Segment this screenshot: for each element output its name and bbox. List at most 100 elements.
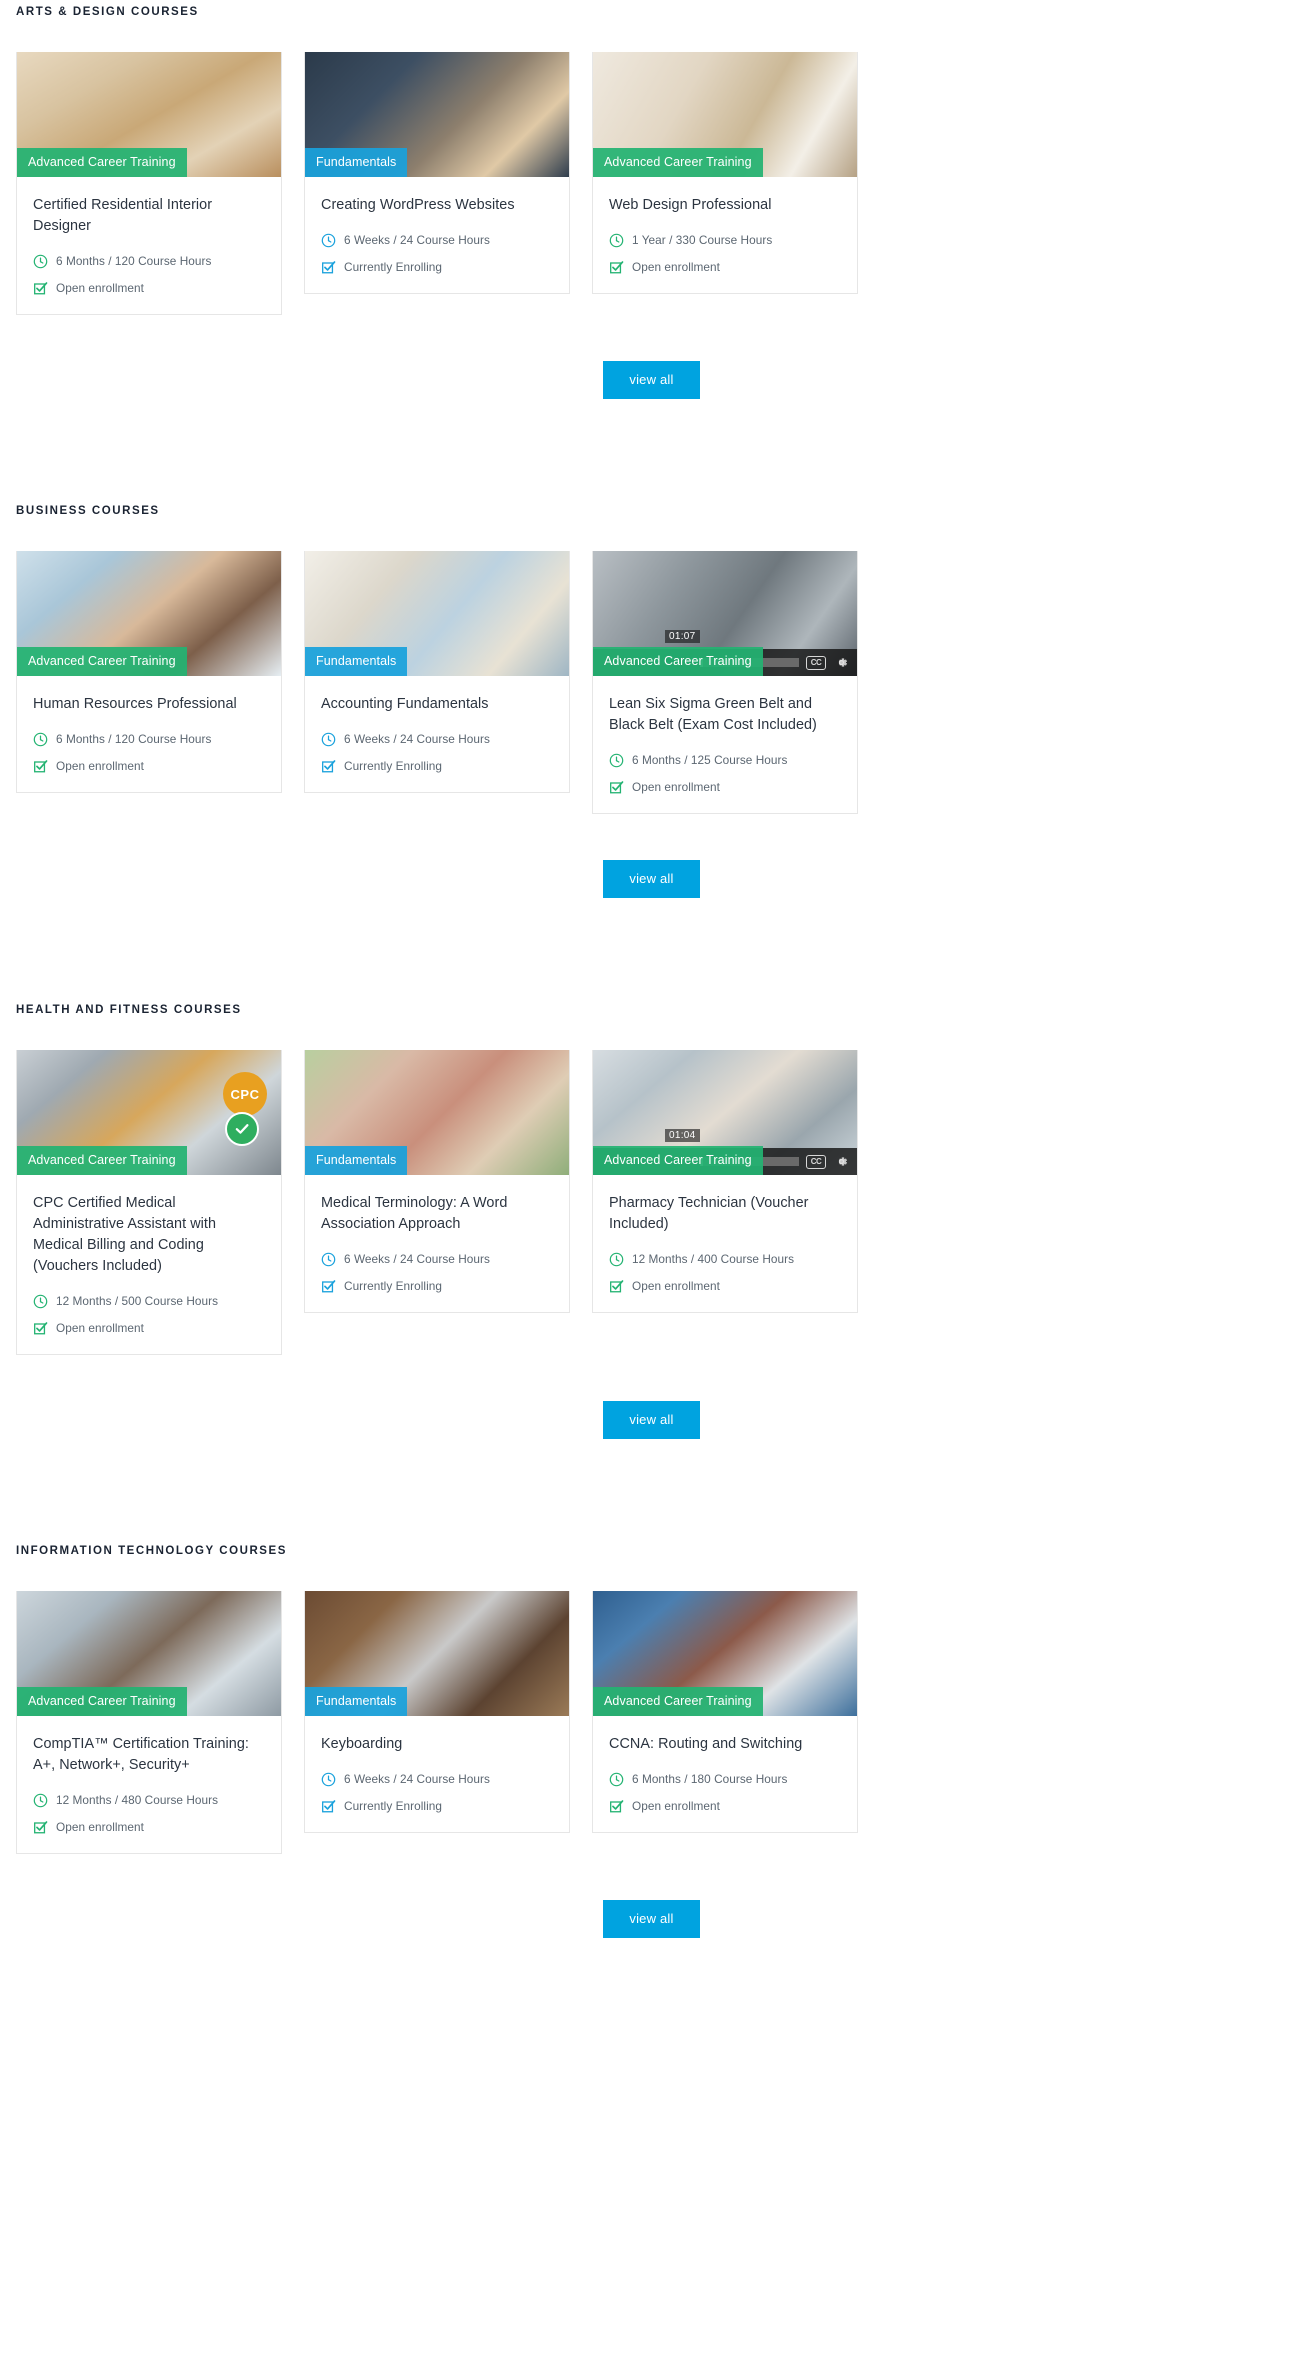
- course-duration-row: 6 Weeks / 24 Course Hours: [321, 232, 553, 248]
- course-thumbnail[interactable]: Advanced Career Training: [593, 52, 857, 177]
- course-card-body: Creating WordPress Websites 6 Weeks / 24 …: [305, 177, 569, 293]
- course-card-body: Web Design Professional 1 Year / 330 Cour…: [593, 177, 857, 293]
- course-card[interactable]: Fundamentals Creating WordPress Websites 6…: [304, 52, 570, 294]
- course-thumbnail[interactable]: Advanced Career Training: [593, 1591, 857, 1716]
- course-section-business: BUSINESS COURSES Advanced Career Training…: [16, 499, 1287, 898]
- course-enrollment-text: Open enrollment: [632, 780, 720, 794]
- checkbox-checked-icon: [322, 260, 336, 273]
- course-card[interactable]: Advanced Career Training Web Design Profe…: [592, 52, 858, 294]
- course-thumbnail[interactable]: Fundamentals: [305, 1050, 569, 1175]
- section-title: HEALTH AND FITNESS COURSES: [16, 1004, 242, 1016]
- course-card[interactable]: 01:07 CC Advanced Career Training Lean Six …: [592, 551, 858, 814]
- course-card-body: Lean Six Sigma Green Belt and Black Belt…: [593, 676, 857, 813]
- course-thumbnail[interactable]: 01:07 CC Advanced Career Training: [593, 551, 857, 676]
- course-duration-row: 12 Months / 400 Course Hours: [609, 1251, 841, 1267]
- course-duration-row: 12 Months / 500 Course Hours: [33, 1293, 265, 1309]
- course-enrollment-text: Currently Enrolling: [344, 1799, 442, 1813]
- course-card[interactable]: Advanced Career Training Certified Reside…: [16, 52, 282, 315]
- view-all-button[interactable]: view all: [603, 860, 700, 898]
- course-duration-text: 6 Months / 120 Course Hours: [56, 732, 212, 746]
- course-title[interactable]: Creating WordPress Websites: [321, 195, 553, 216]
- course-card[interactable]: CPC Advanced Career Training CPC Certified…: [16, 1050, 282, 1355]
- view-all-button[interactable]: view all: [603, 1900, 700, 1938]
- course-thumbnail[interactable]: Advanced Career Training: [17, 1591, 281, 1716]
- course-catalog-page: ARTS & DESIGN COURSES Advanced Career Tra…: [0, 0, 1303, 1938]
- course-enrollment-row: Currently Enrolling: [321, 758, 553, 774]
- course-title[interactable]: Pharmacy Technician (Voucher Included): [609, 1193, 841, 1235]
- course-title[interactable]: Web Design Professional: [609, 195, 841, 216]
- course-category-badge: Advanced Career Training: [17, 148, 187, 177]
- course-category-badge: Advanced Career Training: [17, 647, 187, 676]
- course-category-badge: Fundamentals: [305, 1146, 408, 1175]
- course-card[interactable]: Advanced Career Training Human Resources …: [16, 551, 282, 793]
- course-enrollment-text: Open enrollment: [632, 1279, 720, 1293]
- course-duration-text: 12 Months / 400 Course Hours: [632, 1252, 795, 1266]
- course-cards-row: Advanced Career Training Human Resources …: [16, 551, 1287, 814]
- view-all-container: view all: [16, 1401, 1287, 1439]
- course-enrollment-row: Open enrollment: [609, 259, 841, 275]
- course-card-body: Medical Terminology: A Word Association …: [305, 1175, 569, 1312]
- course-cards-row: Advanced Career Training CompTIA™ Certifi…: [16, 1591, 1287, 1854]
- course-title[interactable]: CompTIA™ Certification Training: A+, Net…: [33, 1734, 265, 1776]
- course-title[interactable]: CCNA: Routing and Switching: [609, 1734, 841, 1755]
- course-category-badge: Advanced Career Training: [17, 1146, 187, 1175]
- course-duration-row: 12 Months / 480 Course Hours: [33, 1792, 265, 1808]
- course-enrollment-text: Currently Enrolling: [344, 759, 442, 773]
- section-title: INFORMATION TECHNOLOGY COURSES: [16, 1545, 287, 1557]
- course-card-body: Accounting Fundamentals 6 Weeks / 24 Cour…: [305, 676, 569, 792]
- course-thumbnail[interactable]: Fundamentals: [305, 1591, 569, 1716]
- clock-icon: [609, 1772, 624, 1786]
- course-category-badge: Fundamentals: [305, 148, 408, 177]
- checkbox-checked-icon: [322, 1279, 336, 1292]
- course-thumbnail[interactable]: CPC Advanced Career Training: [17, 1050, 281, 1175]
- course-duration-text: 6 Weeks / 24 Course Hours: [344, 233, 490, 247]
- course-duration-text: 6 Weeks / 24 Course Hours: [344, 1252, 490, 1266]
- checkbox-checked-icon: [610, 1279, 624, 1292]
- view-all-container: view all: [16, 361, 1287, 399]
- course-title[interactable]: Medical Terminology: A Word Association …: [321, 1193, 553, 1235]
- course-card[interactable]: Fundamentals Keyboarding 6 Weeks / 24 Cour…: [304, 1591, 570, 1833]
- course-card[interactable]: Advanced Career Training CCNA: Routing an…: [592, 1591, 858, 1833]
- video-timestamp: 01:07: [665, 630, 700, 643]
- course-card[interactable]: 01:04 CC Advanced Career Training Pharmacy …: [592, 1050, 858, 1313]
- course-thumbnail[interactable]: Advanced Career Training: [17, 52, 281, 177]
- course-card[interactable]: Advanced Career Training CompTIA™ Certifi…: [16, 1591, 282, 1854]
- course-thumbnail[interactable]: Fundamentals: [305, 551, 569, 676]
- checkbox-checked-icon: [322, 1799, 336, 1812]
- checkbox-checked-icon: [34, 759, 48, 772]
- course-thumbnail[interactable]: 01:04 CC Advanced Career Training: [593, 1050, 857, 1175]
- view-all-container: view all: [16, 860, 1287, 898]
- course-duration-row: 6 Months / 120 Course Hours: [33, 731, 265, 747]
- course-card[interactable]: Fundamentals Medical Terminology: A Word …: [304, 1050, 570, 1313]
- course-thumbnail[interactable]: Advanced Career Training: [17, 551, 281, 676]
- course-card-body: CCNA: Routing and Switching 6 Months / 18…: [593, 1716, 857, 1832]
- clock-icon: [33, 1793, 48, 1807]
- course-title[interactable]: Accounting Fundamentals: [321, 694, 553, 715]
- checkbox-checked-icon: [34, 1321, 48, 1334]
- course-card[interactable]: Fundamentals Accounting Fundamentals 6 Wee…: [304, 551, 570, 793]
- view-all-button[interactable]: view all: [603, 1401, 700, 1439]
- course-category-badge: Fundamentals: [305, 647, 408, 676]
- course-duration-text: 6 Months / 180 Course Hours: [632, 1772, 788, 1786]
- course-enrollment-row: Open enrollment: [33, 1819, 265, 1835]
- course-title[interactable]: Human Resources Professional: [33, 694, 265, 715]
- view-all-button[interactable]: view all: [603, 361, 700, 399]
- course-title[interactable]: Certified Residential Interior Designer: [33, 195, 265, 237]
- course-category-badge: Advanced Career Training: [593, 148, 763, 177]
- course-title[interactable]: CPC Certified Medical Administrative Ass…: [33, 1193, 265, 1277]
- course-duration-row: 6 Weeks / 24 Course Hours: [321, 1771, 553, 1787]
- course-duration-text: 6 Weeks / 24 Course Hours: [344, 1772, 490, 1786]
- course-duration-row: 6 Months / 180 Course Hours: [609, 1771, 841, 1787]
- course-title[interactable]: Lean Six Sigma Green Belt and Black Belt…: [609, 694, 841, 736]
- course-duration-row: 6 Weeks / 24 Course Hours: [321, 1251, 553, 1267]
- course-section-health-fitness: HEALTH AND FITNESS COURSES CPC Advanced Ca…: [16, 998, 1287, 1439]
- checkbox-checked-icon: [610, 1799, 624, 1812]
- course-duration-row: 6 Months / 120 Course Hours: [33, 253, 265, 269]
- course-enrollment-row: Open enrollment: [33, 758, 265, 774]
- course-thumbnail[interactable]: Fundamentals: [305, 52, 569, 177]
- course-title[interactable]: Keyboarding: [321, 1734, 553, 1755]
- course-enrollment-row: Currently Enrolling: [321, 1798, 553, 1814]
- checkbox-checked-icon: [610, 780, 624, 793]
